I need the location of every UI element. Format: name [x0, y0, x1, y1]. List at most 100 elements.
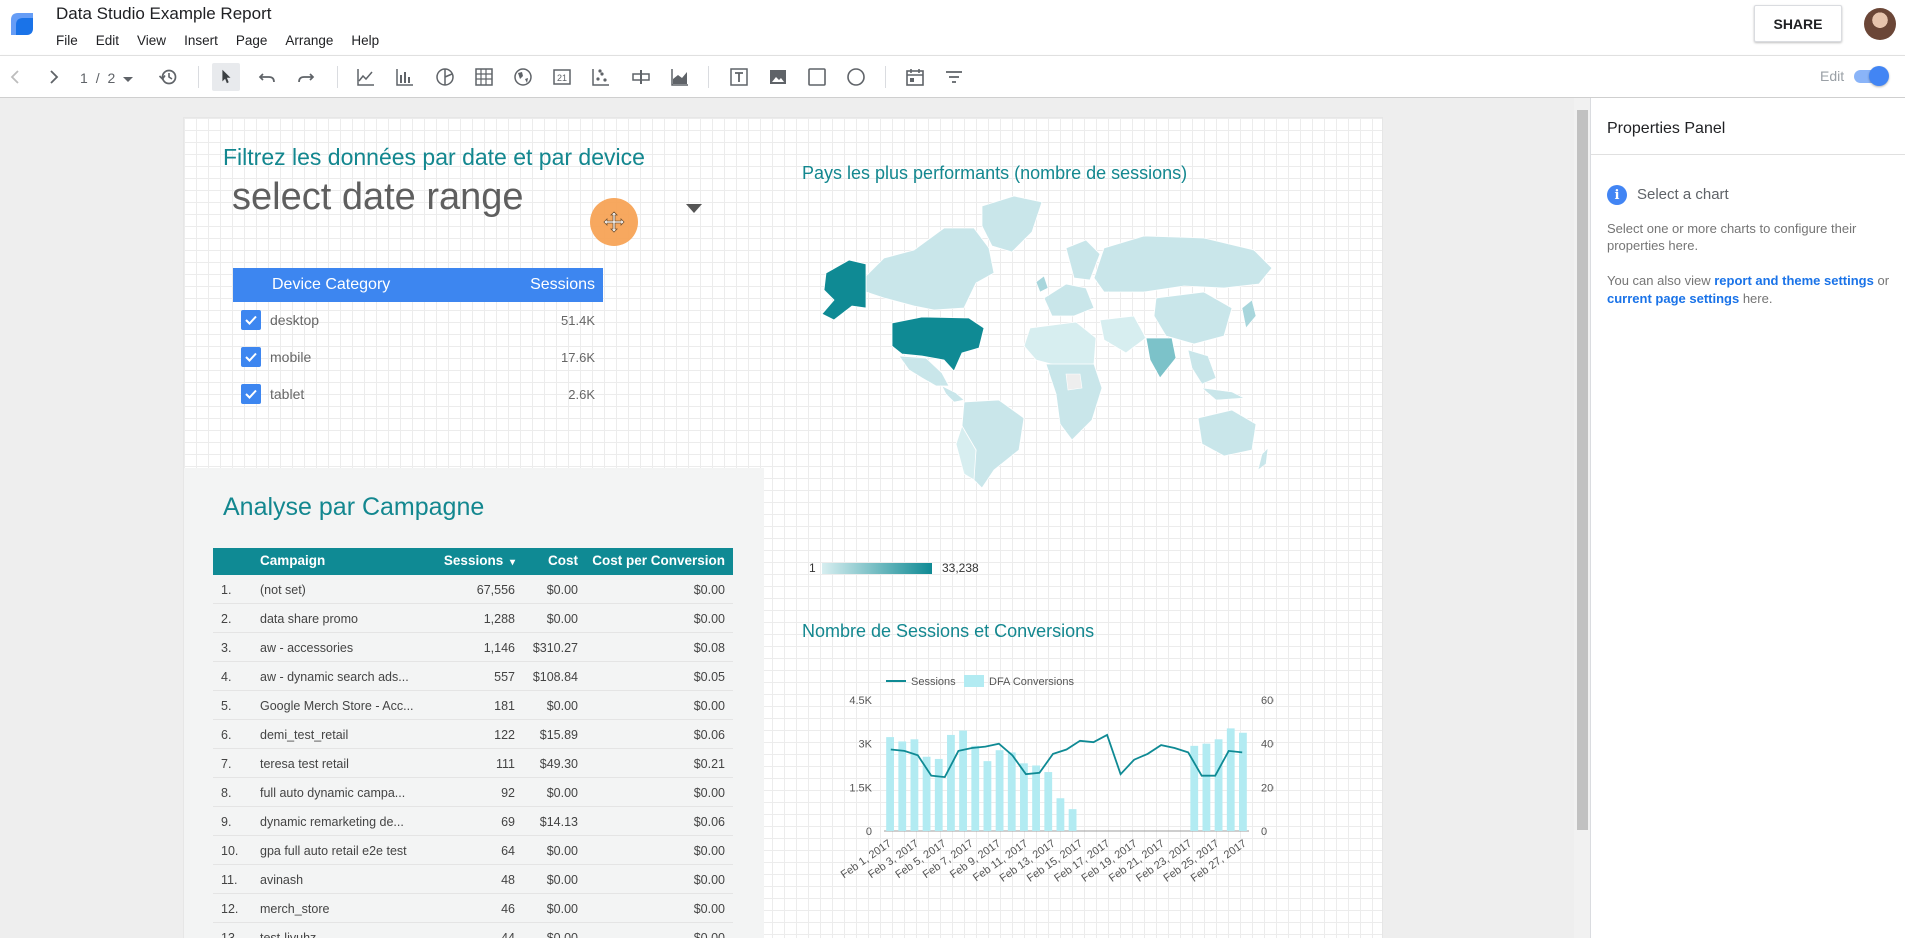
user-avatar[interactable] — [1864, 8, 1896, 40]
previous-page-icon[interactable] — [6, 65, 26, 89]
country-uk[interactable] — [1035, 275, 1049, 293]
select-tool-button[interactable] — [212, 63, 240, 91]
checkbox-checked-icon[interactable] — [241, 310, 261, 330]
menu-page[interactable]: Page — [236, 33, 268, 48]
country-india[interactable] — [1145, 337, 1177, 379]
table-icon[interactable] — [472, 65, 496, 89]
checkbox-checked-icon[interactable] — [241, 347, 261, 367]
country-russia[interactable] — [1093, 235, 1273, 293]
report-theme-settings-link[interactable]: report and theme settings — [1714, 273, 1874, 288]
device-row-mobile[interactable]: mobile 17.6K — [233, 339, 603, 376]
conversion-bar[interactable] — [1032, 765, 1040, 832]
campaign-section-title[interactable]: Analyse par Campagne — [223, 493, 484, 522]
conversion-bar[interactable] — [983, 761, 992, 831]
conversion-bar[interactable] — [886, 737, 894, 831]
region-north-africa[interactable] — [1023, 321, 1097, 369]
country-china[interactable] — [1153, 291, 1233, 345]
table-row[interactable]: 8. full auto dynamic campa... 92 $0.00 $0.00 — [213, 778, 733, 807]
time-series-icon[interactable] — [354, 65, 378, 89]
redo-icon[interactable] — [294, 65, 318, 89]
country-japan[interactable] — [1241, 299, 1257, 329]
share-button[interactable]: SHARE — [1754, 5, 1842, 42]
rectangle-icon[interactable] — [805, 65, 829, 89]
page-selector[interactable]: 1 / 2 — [80, 70, 134, 86]
country-mexico[interactable] — [898, 355, 950, 387]
table-row[interactable]: 5. Google Merch Store - Acc... 181 $0.00 $0.… — [213, 691, 733, 720]
filter-section-title[interactable]: Filtrez les données par date et par devi… — [223, 144, 645, 171]
device-row-tablet[interactable]: tablet 2.6K — [233, 376, 603, 413]
country-no-data-region[interactable] — [1065, 373, 1083, 391]
table-row[interactable]: 2. data share promo 1,288 $0.00 $0.00 — [213, 604, 733, 633]
region-indonesia[interactable] — [1201, 387, 1246, 401]
region-scandinavia[interactable] — [1065, 239, 1101, 281]
current-page-settings-link[interactable]: current page settings — [1607, 291, 1739, 306]
image-icon[interactable] — [766, 65, 790, 89]
legend-sessions-label[interactable]: Sessions — [911, 676, 956, 688]
table-row[interactable]: 10. gpa full auto retail e2e test 64 $0.00 $… — [213, 836, 733, 865]
country-australia[interactable] — [1197, 409, 1257, 457]
country-alaska[interactable] — [821, 259, 867, 321]
conversion-bar[interactable] — [1044, 772, 1053, 831]
device-category-header[interactable]: Device Category — [272, 276, 390, 294]
legend-conversions-label[interactable]: DFA Conversions — [989, 676, 1074, 688]
table-row[interactable]: 6. demi_test_retail 122 $15.89 $0.06 — [213, 720, 733, 749]
move-handle[interactable] — [590, 198, 638, 246]
table-row[interactable]: 9. dynamic remarketing de... 69 $14.13 $0.06 — [213, 807, 733, 836]
geo-map-title[interactable]: Pays les plus performants (nombre de ses… — [802, 163, 1187, 184]
conversion-bar[interactable] — [898, 741, 907, 831]
sessions-line[interactable] — [890, 733, 1243, 779]
country-new-zealand[interactable] — [1257, 447, 1269, 471]
table-row[interactable]: 12. merch_store 46 $0.00 $0.00 — [213, 894, 733, 923]
conversion-bar[interactable] — [934, 758, 943, 831]
sessions-header[interactable]: Sessions ▾ — [444, 553, 515, 568]
date-range-icon[interactable] — [903, 65, 927, 89]
table-row[interactable]: 11. avinash 48 $0.00 $0.00 — [213, 865, 733, 894]
conversion-bar[interactable] — [1202, 743, 1211, 831]
table-row[interactable]: 4. aw - dynamic search ads... 557 $108.84 $… — [213, 662, 733, 691]
conversion-bar[interactable] — [959, 730, 967, 831]
next-page-icon[interactable] — [43, 65, 63, 89]
menu-edit[interactable]: Edit — [96, 33, 119, 48]
date-range-control[interactable]: select date range — [232, 176, 524, 219]
campaign-table[interactable]: Campaign Sessions ▾ Cost Cost per Conver… — [213, 548, 733, 938]
edit-mode-toggle[interactable] — [1852, 66, 1889, 86]
conversion-bar[interactable] — [1214, 739, 1223, 831]
table-row[interactable]: 7. teresa test retail 111 $49.30 $0.21 — [213, 749, 733, 778]
history-icon[interactable] — [157, 65, 179, 89]
device-sessions-header[interactable]: Sessions — [530, 276, 595, 294]
canvas-vertical-scrollbar[interactable] — [1574, 98, 1590, 938]
menu-help[interactable]: Help — [351, 33, 379, 48]
checkbox-checked-icon[interactable] — [241, 384, 261, 404]
date-range-dropdown-icon[interactable] — [686, 204, 702, 213]
campaign-header[interactable]: Campaign — [260, 553, 325, 568]
menu-view[interactable]: View — [137, 33, 166, 48]
device-row-desktop[interactable]: desktop 51.4K — [233, 302, 603, 339]
scatter-chart-icon[interactable] — [589, 65, 613, 89]
conversion-bar[interactable] — [995, 750, 1004, 831]
table-row[interactable]: 3. aw - accessories 1,146 $310.27 $0.08 — [213, 633, 733, 662]
conversion-bar[interactable] — [947, 734, 955, 831]
country-canada[interactable] — [865, 227, 995, 311]
conversion-bar[interactable] — [971, 745, 980, 831]
circle-icon[interactable] — [844, 65, 868, 89]
report-title[interactable]: Data Studio Example Report — [56, 4, 271, 24]
conversion-bar[interactable] — [1068, 809, 1077, 831]
sessions-conversions-combo-chart[interactable]: Sessions DFA Conversions 0 1.5K 3K 4.5K 0 200 40… — [794, 653, 1274, 938]
region-southeast-asia[interactable] — [1187, 349, 1217, 385]
conversion-bar[interactable] — [1056, 798, 1065, 831]
world-geo-map[interactable] — [804, 188, 1274, 488]
bullet-chart-icon[interactable] — [629, 65, 653, 89]
conversion-bar[interactable] — [1007, 752, 1016, 831]
geo-map-icon[interactable] — [511, 65, 535, 89]
conversion-bar[interactable] — [1239, 732, 1247, 831]
menu-file[interactable]: File — [56, 33, 78, 48]
table-row[interactable]: 13. test-liyuhz 44 $0.00 $0.00 — [213, 923, 733, 938]
conversion-bar[interactable] — [1226, 728, 1235, 831]
menu-insert[interactable]: Insert — [184, 33, 218, 48]
area-chart-icon[interactable] — [668, 65, 692, 89]
cost-per-conversion-header[interactable]: Cost per Conversion — [592, 553, 725, 568]
text-box-icon[interactable] — [727, 65, 751, 89]
country-greenland[interactable] — [981, 195, 1043, 253]
scrollbar-thumb[interactable] — [1577, 110, 1588, 830]
undo-icon[interactable] — [255, 65, 279, 89]
